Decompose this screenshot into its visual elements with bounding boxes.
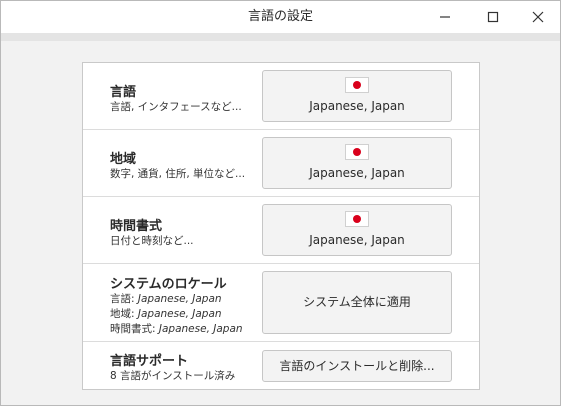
title-bar[interactable]: 言語の設定 [1,1,560,33]
time-format-label-block: 時間書式 日付と時刻など... [110,215,194,249]
language-row: 言語 言語, インタフェースなど... Japanese, Japan [83,63,479,130]
language-subtitle: 言語, インタフェースなど... [110,101,242,113]
install-remove-languages-label: 言語のインストールと削除... [279,359,435,373]
system-locale-region-key: 地域: [110,308,135,320]
system-locale-time-value: Japanese, Japan [158,323,243,335]
system-locale-region-value: Japanese, Japan [137,308,222,320]
language-support-label-block: 言語サポート 8 言語がインストール済み [110,350,235,384]
japan-flag-icon [345,77,369,93]
time-format-subtitle: 日付と時刻など... [110,235,194,247]
time-format-title: 時間書式 [110,219,163,234]
japan-flag-icon [345,144,369,160]
language-support-subtitle: 8 言語がインストール済み [110,370,236,382]
system-locale-title: システムのロケール [110,277,227,292]
system-locale-language-line: 言語: Japanese, Japan [110,292,243,307]
time-format-button[interactable]: Japanese, Japan [262,204,452,256]
system-locale-row: システムのロケール 言語: Japanese, Japan 地域: Japane… [83,264,479,342]
region-label-block: 地域 数字, 通貨, 住所, 単位など... [110,148,245,182]
language-title: 言語 [110,85,137,100]
maximize-button[interactable] [470,1,516,33]
language-support-title: 言語サポート [110,354,189,369]
region-title: 地域 [110,152,137,167]
region-button-label: Japanese, Japan [309,166,405,180]
header-strip [1,33,560,41]
language-button-label: Japanese, Japan [309,99,405,113]
system-locale-time-key: 時間書式: [110,323,156,335]
time-format-row: 時間書式 日付と時刻など... Japanese, Japan [83,197,479,264]
language-button[interactable]: Japanese, Japan [262,70,452,122]
apply-system-wide-button[interactable]: システム全体に適用 [262,271,452,334]
close-icon [532,11,544,23]
settings-panel: 言語 言語, インタフェースなど... Japanese, Japan 地域 数… [82,62,480,390]
minimize-icon [440,16,450,18]
system-locale-language-key: 言語: [110,293,135,305]
japan-flag-icon [345,211,369,227]
language-support-row: 言語サポート 8 言語がインストール済み 言語のインストールと削除... [83,342,479,389]
region-subtitle: 数字, 通貨, 住所, 単位など... [110,168,246,180]
apply-system-wide-label: システム全体に適用 [303,295,411,309]
system-locale-language-value: Japanese, Japan [137,293,222,305]
minimize-button[interactable] [422,1,468,33]
system-locale-label-block: システムのロケール 言語: Japanese, Japan 地域: Japane… [110,273,243,337]
language-settings-window: 言語の設定 言語 言語, インタフェースなど... Japanese, Japa… [0,0,561,406]
system-locale-region-line: 地域: Japanese, Japan [110,307,243,322]
time-format-button-label: Japanese, Japan [309,233,405,247]
close-button[interactable] [515,1,561,33]
maximize-icon [487,11,499,23]
system-locale-time-line: 時間書式: Japanese, Japan [110,322,243,337]
install-remove-languages-button[interactable]: 言語のインストールと削除... [262,350,452,382]
language-label-block: 言語 言語, インタフェースなど... [110,81,242,115]
region-row: 地域 数字, 通貨, 住所, 単位など... Japanese, Japan [83,130,479,197]
region-button[interactable]: Japanese, Japan [262,137,452,189]
